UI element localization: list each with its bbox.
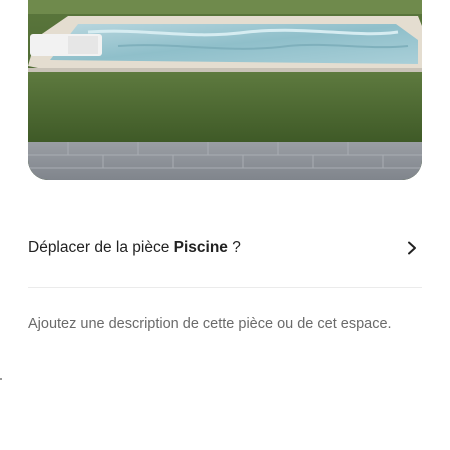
room-photo[interactable] bbox=[28, 0, 422, 180]
move-room-row[interactable]: Déplacer de la pièce Piscine ? bbox=[28, 226, 422, 270]
move-room-prefix: Déplacer de la pièce bbox=[28, 239, 170, 256]
chevron-right-icon bbox=[406, 241, 422, 255]
edge-mark bbox=[0, 378, 2, 380]
divider bbox=[28, 287, 422, 288]
move-room-label: Déplacer de la pièce Piscine ? bbox=[28, 239, 241, 257]
description-field[interactable]: Ajoutez une description de cette pièce o… bbox=[28, 316, 428, 332]
pool-photo-image bbox=[28, 0, 422, 180]
room-name: Piscine bbox=[173, 239, 228, 256]
move-room-suffix: ? bbox=[232, 239, 241, 256]
